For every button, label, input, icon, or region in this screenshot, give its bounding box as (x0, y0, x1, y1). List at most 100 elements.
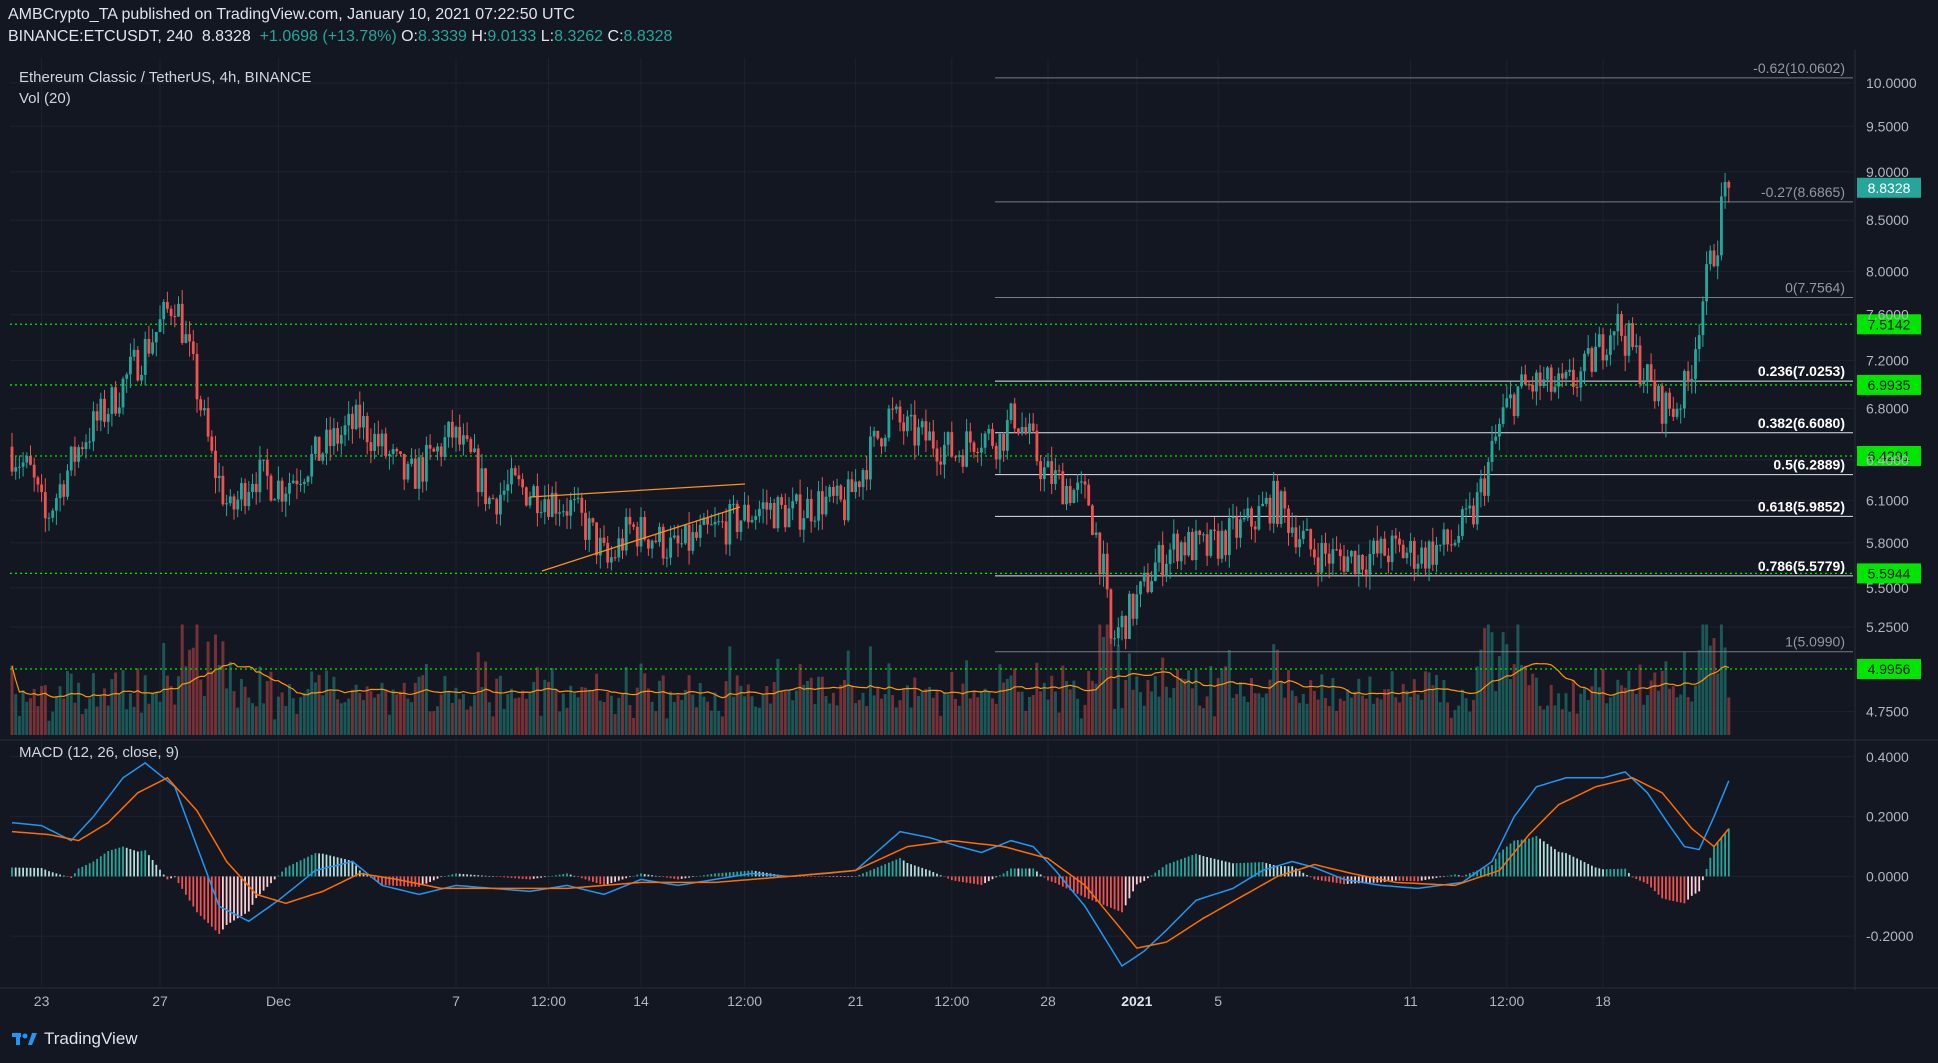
volume-bar (1675, 697, 1679, 735)
candle-body (332, 428, 336, 447)
candle-body (787, 508, 791, 528)
macd-histogram-bar (1665, 876, 1667, 900)
volume-bar (1435, 675, 1438, 735)
volume-bar (613, 714, 617, 735)
candle-body (421, 457, 425, 482)
macd-histogram-bar (1491, 864, 1493, 877)
macd-histogram-bar (1439, 876, 1442, 878)
candle-body (876, 430, 880, 439)
macd-histogram-bar (1602, 869, 1604, 877)
macd-histogram-bar (547, 876, 550, 877)
volume-bar (935, 690, 939, 735)
candle-body (991, 428, 994, 446)
macd-histogram-bar (836, 876, 838, 877)
macd-histogram-bar (1172, 861, 1175, 877)
macd-histogram-bar (688, 876, 690, 878)
candle-body (25, 455, 29, 463)
volume-bar (91, 673, 95, 735)
macd-histogram-bar (610, 876, 613, 883)
volume-bar (25, 701, 29, 735)
candle-body (480, 468, 484, 493)
volume-bar (1527, 685, 1531, 735)
macd-histogram-bar (1690, 876, 1693, 896)
volume-bar (447, 691, 451, 735)
candle-body (1268, 497, 1272, 524)
candle-body (395, 449, 399, 452)
volume-bar (1238, 681, 1242, 735)
volume-bar (273, 719, 277, 735)
macd-histogram-bar (199, 876, 202, 916)
macd-histogram-bar (74, 873, 76, 877)
macd-histogram-bar (1517, 840, 1519, 877)
candle-body (288, 482, 291, 494)
candle-body (317, 436, 321, 461)
volume-bar (95, 706, 99, 735)
candle-body (1105, 553, 1109, 590)
macd-histogram-bar (817, 876, 820, 877)
volume-bar (1135, 676, 1139, 735)
candle-body (665, 557, 669, 559)
candle-body (524, 487, 528, 506)
volume-bar (1431, 685, 1435, 735)
candle-body (88, 441, 92, 443)
volume-bar (1153, 676, 1157, 735)
price-tick-label: 10.0000 (1866, 75, 1917, 91)
candle-body (487, 497, 491, 505)
fib-level-label: 0(7.7564) (1785, 279, 1845, 295)
candle-body (1087, 484, 1091, 506)
time-tick-label: 2021 (1121, 993, 1152, 1009)
volume-bar (1220, 668, 1224, 735)
price-chart[interactable]: 7.51426.99356.42915.59444.9956 -0.62(10.… (0, 50, 1938, 1025)
macd-histogram-bar (1224, 861, 1227, 877)
candle-body (979, 447, 983, 453)
macd-histogram-bar (1209, 857, 1212, 877)
candle-body (269, 475, 273, 501)
candle-body (40, 484, 44, 493)
volume-bar (269, 671, 273, 735)
volume-bar (1557, 693, 1561, 735)
macd-histogram-bar (1591, 865, 1593, 877)
volume-bar (1124, 679, 1128, 735)
volume-bar (58, 686, 62, 735)
candle-body (691, 532, 695, 551)
macd-histogram-bar (851, 876, 853, 877)
volume-bar (214, 634, 217, 735)
macd-histogram-bar (96, 858, 98, 877)
volume-bar (624, 667, 628, 735)
candle-body (1501, 407, 1505, 424)
volume-bar (661, 675, 665, 735)
macd-histogram-bar (1513, 840, 1516, 877)
macd-histogram-bar (1298, 870, 1301, 877)
candle-body (820, 491, 824, 515)
volume-bar (1649, 680, 1653, 735)
volume-bar (1257, 693, 1261, 735)
candle-body (902, 422, 906, 432)
candle-body (550, 492, 554, 517)
volume-bar (36, 706, 40, 735)
price-tick-label: 5.2500 (1866, 619, 1909, 635)
candle-body (1553, 386, 1557, 392)
tradingview-brand[interactable]: TradingView (12, 1029, 138, 1049)
macd-histogram-bar (114, 848, 117, 877)
volume-bar (891, 695, 895, 735)
macd-histogram-bar (899, 858, 901, 877)
volume-bar (1564, 693, 1568, 735)
candle-body (1183, 542, 1187, 556)
macd-histogram-bar (936, 873, 938, 877)
volume-bar (757, 707, 761, 735)
macd-histogram-bar (1124, 876, 1127, 906)
macd-histogram-bar (1668, 876, 1671, 901)
candle-body (1398, 538, 1401, 545)
candle-body (158, 319, 162, 332)
macd-histogram-bar (62, 875, 65, 877)
volume-bar (1671, 686, 1675, 735)
volume-bar (1305, 703, 1309, 735)
candle-body (380, 433, 384, 447)
candle-body (528, 496, 532, 506)
candle-body (510, 468, 513, 485)
macd-histogram-bar (1702, 876, 1704, 881)
macd-histogram-bar (22, 867, 24, 877)
volume-bar (280, 692, 284, 735)
candle-body (1224, 530, 1228, 556)
volume-bar (854, 703, 858, 735)
